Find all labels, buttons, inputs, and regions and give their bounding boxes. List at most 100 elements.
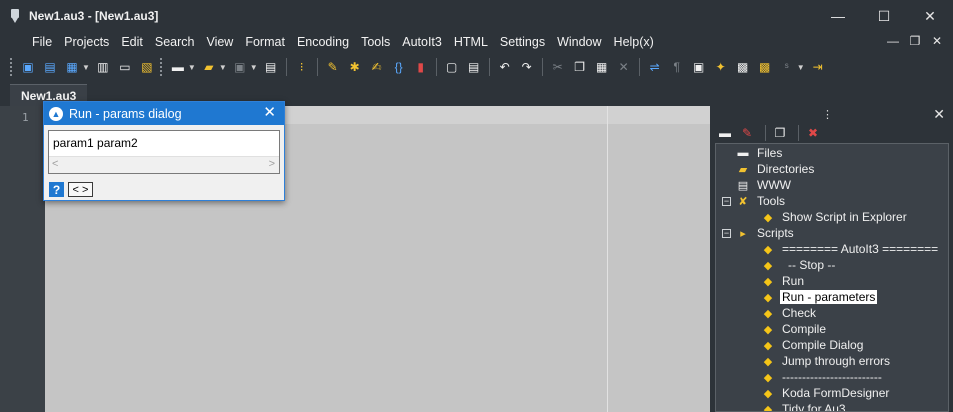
panel-toolbar: ▬ ✎ ❐ ✖ bbox=[716, 124, 826, 142]
tree-item[interactable]: ◆ Check bbox=[760, 305, 818, 321]
tree-item[interactable]: − ▸ Scripts bbox=[722, 225, 796, 241]
open-icon[interactable]: ▬ bbox=[169, 58, 187, 76]
dialog-title-bar[interactable]: ▲ Run - params dialog bbox=[44, 102, 284, 125]
tree-item[interactable]: ◆ Compile bbox=[760, 321, 828, 337]
tree-item[interactable]: ◆ Koda FormDesigner bbox=[760, 385, 891, 401]
menu-window[interactable]: Window bbox=[551, 32, 607, 52]
tree-item[interactable]: ▬ Files bbox=[722, 145, 784, 161]
new-window-icon[interactable]: ▤ bbox=[41, 58, 59, 76]
diamond-icon: ◆ bbox=[763, 355, 773, 368]
tree-item[interactable]: ◆ Run bbox=[760, 273, 806, 289]
diamond-icon: ◆ bbox=[763, 243, 773, 256]
menu-settings[interactable]: Settings bbox=[494, 32, 551, 52]
lock-icon[interactable]: ▩ bbox=[756, 58, 774, 76]
tree-item[interactable]: − ✘ Tools bbox=[722, 193, 787, 209]
menu-tools[interactable]: Tools bbox=[355, 32, 396, 52]
mdi-minimize-button[interactable]: — bbox=[883, 32, 903, 50]
menu-format[interactable]: Format bbox=[239, 32, 291, 52]
chevron-down-icon[interactable]: ▼ bbox=[219, 63, 227, 72]
word-wrap-icon[interactable]: ⇌ bbox=[646, 58, 664, 76]
tree-item[interactable]: ◆ -- Stop -- bbox=[760, 257, 837, 273]
dialog-close-button[interactable]: ✕ bbox=[263, 104, 276, 122]
panel-icon[interactable]: ▩ bbox=[734, 58, 752, 76]
diamond-icon: ◆ bbox=[763, 371, 773, 384]
tree-item[interactable]: ◆ ------------------------- bbox=[760, 369, 884, 385]
print-icon[interactable]: ▤ bbox=[465, 58, 483, 76]
paste-icon[interactable]: ▦ bbox=[593, 58, 611, 76]
toolbar-separator bbox=[316, 58, 318, 76]
scroll-right-icon[interactable]: > bbox=[269, 158, 275, 170]
chevron-down-icon[interactable]: ▼ bbox=[82, 63, 90, 72]
menu-help[interactable]: Help(x) bbox=[608, 32, 660, 52]
panel-close-button[interactable]: ✕ bbox=[933, 106, 945, 123]
close-button[interactable]: ✕ bbox=[907, 0, 953, 32]
paragraph-icon[interactable]: ¶ bbox=[668, 58, 686, 76]
pin-icon[interactable]: ⇥ bbox=[809, 58, 827, 76]
tree-item-label: Compile bbox=[782, 322, 827, 336]
sidebar-toggle-icon[interactable]: ▣ bbox=[690, 58, 708, 76]
tree-item[interactable]: ▰ Directories bbox=[722, 161, 816, 177]
scroll-left-icon[interactable]: < bbox=[52, 158, 58, 170]
collapse-icon[interactable]: − bbox=[722, 228, 731, 238]
new-file-icon[interactable]: ▣ bbox=[19, 58, 37, 76]
menu-encoding[interactable]: Encoding bbox=[291, 32, 355, 52]
toggle-size-button[interactable]: < > bbox=[68, 182, 93, 197]
find-icon[interactable]: ✎ bbox=[324, 58, 342, 76]
save-icon[interactable]: ▣ bbox=[231, 58, 249, 76]
mdi-close-button[interactable]: ✕ bbox=[927, 32, 947, 50]
tree-item[interactable]: ◆ Tidy for Au3 bbox=[760, 401, 848, 411]
bracket-icon[interactable]: {} bbox=[390, 58, 408, 76]
minimize-button[interactable]: — bbox=[815, 0, 861, 32]
menu-projects[interactable]: Projects bbox=[58, 32, 115, 52]
toolbar-grip[interactable] bbox=[159, 58, 163, 76]
tree-item-label: Run - parameters bbox=[780, 290, 878, 304]
function-list-icon[interactable]: ⁝ bbox=[293, 58, 311, 76]
collapse-icon[interactable]: − bbox=[722, 196, 731, 206]
mdi-restore-button[interactable]: ❐ bbox=[905, 32, 925, 50]
print-preview-icon[interactable]: ▢ bbox=[443, 58, 461, 76]
tree-item[interactable]: ▤ WWW bbox=[722, 177, 793, 193]
tree-item[interactable]: ◆ Compile Dialog bbox=[760, 337, 865, 353]
tree-item[interactable]: ◆ Jump through errors bbox=[760, 353, 892, 369]
redo-icon[interactable]: ↷ bbox=[518, 58, 536, 76]
menu-search[interactable]: Search bbox=[149, 32, 201, 52]
chevron-down-icon[interactable]: ▼ bbox=[797, 63, 805, 72]
cut-icon[interactable]: ✂ bbox=[549, 58, 567, 76]
folder-open-icon[interactable]: ▰ bbox=[200, 58, 218, 76]
tree-item[interactable]: ◆ Show Script in Explorer bbox=[760, 209, 909, 225]
menu-autoit3[interactable]: AutoIt3 bbox=[396, 32, 448, 52]
help-button[interactable]: ? bbox=[49, 182, 64, 197]
add-item-icon[interactable]: ▬ bbox=[716, 124, 734, 142]
delete-item-icon[interactable]: ✖ bbox=[804, 124, 822, 142]
tools-icon[interactable]: ✦ bbox=[712, 58, 730, 76]
diamond-icon: ◆ bbox=[763, 291, 773, 304]
delete-icon[interactable]: ✕ bbox=[615, 58, 633, 76]
diamond-icon: ◆ bbox=[763, 387, 773, 400]
menu-file[interactable]: File bbox=[26, 32, 58, 52]
menu-html[interactable]: HTML bbox=[448, 32, 494, 52]
undo-icon[interactable]: ↶ bbox=[496, 58, 514, 76]
toolbar-grip[interactable] bbox=[10, 58, 13, 76]
panel-grip-icon[interactable]: ⋮ bbox=[822, 108, 833, 121]
copy-item-icon[interactable]: ❐ bbox=[771, 124, 789, 142]
maximize-button[interactable]: ☐ bbox=[861, 0, 907, 32]
chevron-down-icon[interactable]: ▼ bbox=[250, 63, 258, 72]
hex-icon[interactable]: ▭ bbox=[116, 58, 134, 76]
spell-check-icon[interactable]: ˢ bbox=[778, 58, 796, 76]
edit-item-icon[interactable]: ✎ bbox=[738, 124, 756, 142]
new-template-icon[interactable]: ▦ bbox=[63, 58, 81, 76]
horizontal-scrollbar[interactable]: < > bbox=[49, 156, 279, 173]
bookmark-icon[interactable]: ▮ bbox=[412, 58, 430, 76]
save-all-icon[interactable]: ▤ bbox=[262, 58, 280, 76]
tree-item[interactable]: ◆ Run - parameters bbox=[760, 289, 878, 305]
tree-item[interactable]: ◆ ======== AutoIt3 ======== bbox=[760, 241, 940, 257]
chevron-down-icon[interactable]: ▼ bbox=[188, 63, 196, 72]
find-in-files-icon[interactable]: ✍ bbox=[368, 58, 386, 76]
replace-icon[interactable]: ✱ bbox=[346, 58, 364, 76]
copy-file-icon[interactable]: ▧ bbox=[138, 58, 156, 76]
copy-icon[interactable]: ❐ bbox=[571, 58, 589, 76]
menu-view[interactable]: View bbox=[200, 32, 239, 52]
new-project-icon[interactable]: ▥ bbox=[94, 58, 112, 76]
params-input[interactable] bbox=[49, 131, 279, 155]
menu-edit[interactable]: Edit bbox=[115, 32, 149, 52]
